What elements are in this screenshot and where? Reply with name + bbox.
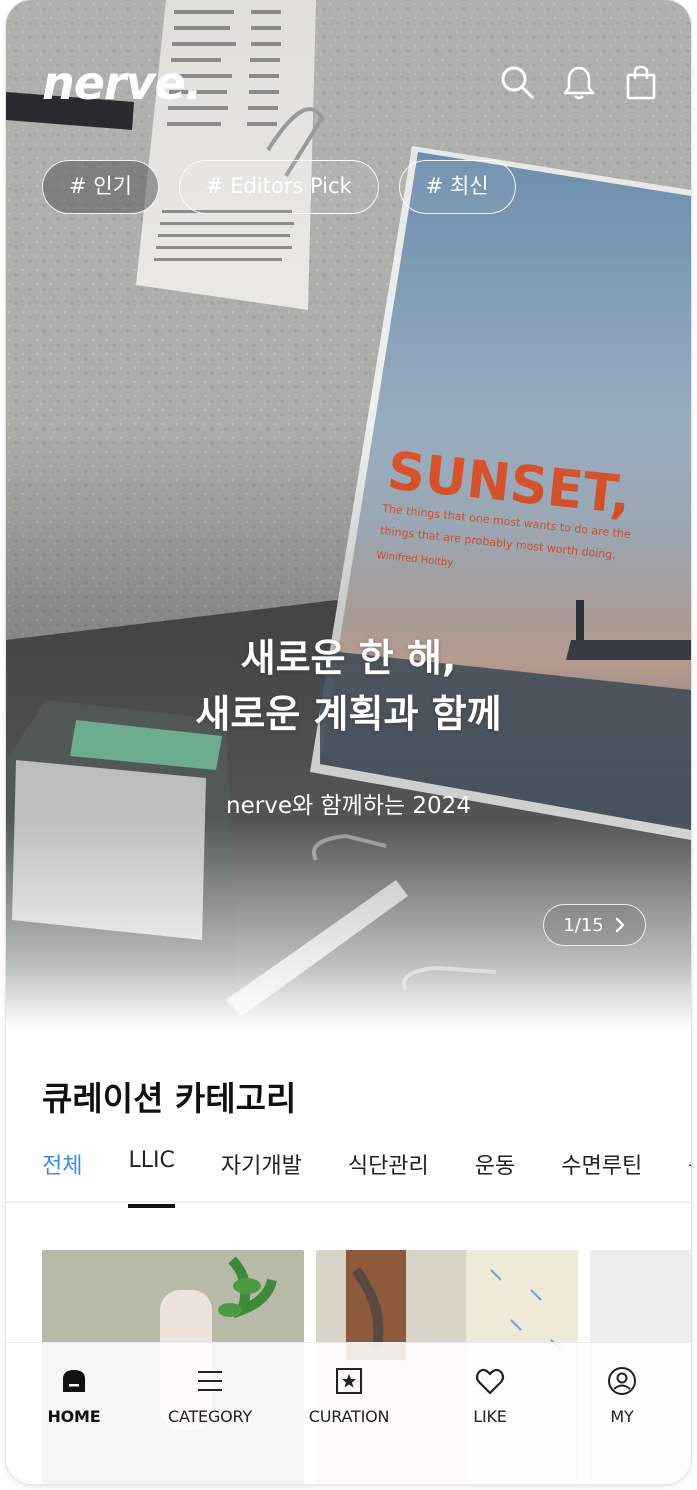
hero-headline-line1: 새로운 한 해,: [240, 636, 457, 680]
tabs-divider: [6, 1201, 691, 1203]
hero-gradient-overlay: [6, 0, 691, 1030]
shopping-bag-icon[interactable]: [623, 64, 659, 100]
hero-subline: nerve와 함께하는 2024: [226, 793, 471, 819]
hero-headline-line2: 새로운 계획과 함께: [195, 692, 502, 736]
tab-sleep-routine[interactable]: 수면루틴: [561, 1148, 642, 1202]
bottom-navigation: HOME CATEGORY CURATION LIKE MY: [6, 1342, 691, 1484]
app-screen: SUNSET, The things that one most wants t…: [6, 0, 691, 1484]
nav-curation-label: CURATION: [308, 1407, 390, 1426]
nav-category[interactable]: CATEGORY: [150, 1365, 270, 1426]
tab-llic[interactable]: LLIC: [128, 1148, 176, 1208]
hashtag-filter: # 인기 # Editors Pick # 최신: [42, 160, 516, 214]
nav-curation[interactable]: CURATION: [289, 1365, 409, 1426]
tag-latest-wrap: # 최신: [398, 160, 516, 214]
nav-like[interactable]: LIKE: [430, 1365, 550, 1426]
tag-latest[interactable]: # 최신: [398, 160, 516, 214]
menu-icon: [198, 1371, 222, 1391]
hero-headline: 새로운 한 해, 새로운 계획과 함께: [6, 630, 691, 742]
user-circle-icon: [608, 1367, 636, 1395]
search-icon[interactable]: [499, 64, 535, 100]
nav-like-label: LIKE: [473, 1407, 507, 1426]
chevron-right-icon[interactable]: [614, 917, 626, 933]
tab-all[interactable]: 전체: [42, 1148, 82, 1202]
tag-popular-wrap: # 인기: [42, 160, 159, 214]
heart-icon: [475, 1368, 505, 1395]
nav-my-label: MY: [610, 1407, 634, 1426]
tag-editors-pick[interactable]: # Editors Pick: [178, 160, 379, 214]
tab-self-development[interactable]: 자기개발: [221, 1148, 302, 1202]
header-actions: [499, 64, 659, 100]
category-tabs: 전체 LLIC 자기개발 식단관리 운동 수면루틴 독서: [42, 1148, 691, 1208]
nav-category-label: CATEGORY: [167, 1407, 253, 1426]
tag-popular[interactable]: # 인기: [42, 160, 159, 214]
nav-home-label: HOME: [47, 1407, 101, 1426]
brand-logo[interactable]: nerve.: [42, 56, 202, 110]
tab-reading[interactable]: 독서: [688, 1148, 691, 1202]
nav-home[interactable]: HOME: [14, 1365, 134, 1426]
star-frame-icon: [336, 1368, 362, 1394]
section-title: 큐레이션 카테고리: [42, 1079, 297, 1118]
tag-editors-pick-wrap: # Editors Pick: [178, 160, 379, 214]
tab-diet[interactable]: 식단관리: [348, 1148, 429, 1202]
banner-pager[interactable]: 1/15: [543, 904, 646, 946]
tab-exercise[interactable]: 운동: [475, 1148, 515, 1202]
home-icon: [63, 1370, 85, 1392]
pager-count: 1/15: [563, 914, 604, 936]
hero-banner[interactable]: SUNSET, The things that one most wants t…: [6, 0, 691, 1030]
bell-icon[interactable]: [561, 64, 597, 100]
nav-my[interactable]: MY: [562, 1365, 682, 1426]
